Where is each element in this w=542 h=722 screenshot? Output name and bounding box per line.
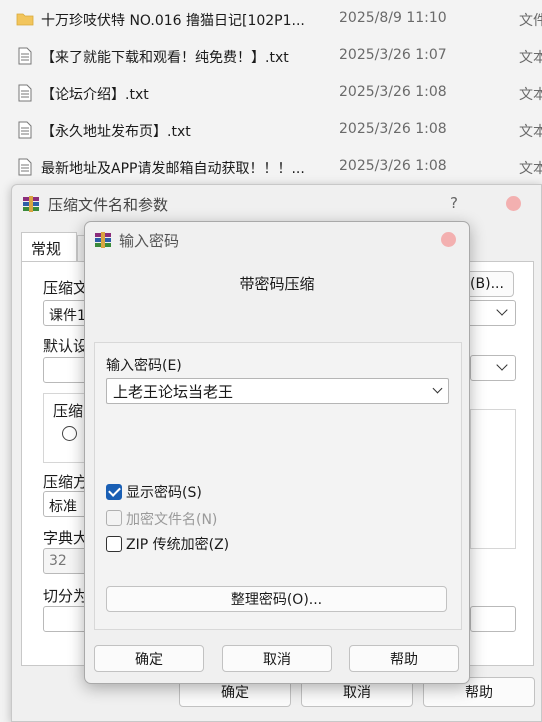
cancel-button[interactable]: 取消 — [222, 645, 332, 672]
password-panel: 输入密码(E) 上老王论坛当老王 显示密码(S) 加密文件名(N) ZIP 传统… — [94, 342, 462, 630]
dict-size-label: 字典大 — [43, 529, 89, 547]
chevron-down-icon[interactable] — [432, 383, 443, 394]
zip-legacy-label[interactable]: ZIP 传统加密(Z) — [126, 534, 229, 554]
dict-size-value: 32 — [49, 553, 67, 569]
file-name: 【论坛介绍】.txt — [41, 87, 149, 103]
encrypt-names-checkbox[interactable] — [106, 510, 122, 526]
file-row-txt[interactable]: 最新地址及APP请发邮箱自动获取！！！... 2025/3/26 1:08 文本 — [0, 150, 542, 184]
encrypt-names-label[interactable]: 加密文件名(N) — [126, 509, 217, 529]
file-row-txt[interactable]: 【来了就能下载和观看！纯免费！】.txt 2025/3/26 1:07 文本 — [0, 39, 542, 73]
default-profile-label: 默认设 — [43, 337, 89, 355]
text-file-icon — [18, 84, 32, 102]
zip-legacy-checkbox[interactable] — [106, 536, 122, 552]
update-mode-select[interactable] — [470, 355, 516, 381]
dialog-title: 压缩文件名和参数 — [48, 196, 169, 214]
folder-icon — [16, 13, 34, 26]
text-file-icon — [18, 47, 32, 65]
text-file-icon — [18, 121, 32, 139]
password-set-field[interactable] — [470, 606, 516, 632]
file-date: 2025/8/9 11:10 — [339, 10, 447, 26]
format-radio[interactable] — [62, 426, 77, 441]
file-row-folder[interactable]: 十万珍吱伏特 NO.016 撸猫日记[102P1... 2025/8/9 11:… — [0, 2, 542, 36]
tab-general[interactable]: 常规 — [21, 232, 77, 262]
file-row-txt[interactable]: 【论坛介绍】.txt 2025/3/26 1:08 文本 — [0, 76, 542, 110]
file-type: 文本 — [519, 87, 542, 103]
show-password-label[interactable]: 显示密码(S) — [126, 482, 202, 502]
format-group-label: 压缩 — [53, 402, 84, 420]
ok-button[interactable]: 确定 — [94, 645, 204, 672]
split-label: 切分为 — [43, 587, 89, 605]
password-input[interactable]: 上老王论坛当老王 — [106, 378, 449, 404]
password-value: 上老王论坛当老王 — [113, 383, 234, 401]
show-password-checkbox[interactable] — [106, 484, 122, 500]
options-group — [470, 409, 516, 549]
password-label: 输入密码(E) — [106, 358, 182, 374]
archive-name-value: 课件1 — [49, 308, 86, 324]
file-name: 十万珍吱伏特 NO.016 撸猫日记[102P1... — [41, 13, 305, 29]
file-name: 最新地址及APP请发邮箱自动获取！！！... — [41, 161, 305, 177]
file-name: 【永久地址发布页】.txt — [41, 124, 191, 140]
close-icon[interactable] — [441, 232, 456, 247]
dialog-subtitle: 带密码压缩 — [239, 275, 315, 293]
archive-name-label: 压缩文 — [43, 279, 89, 297]
password-dialog: 输入密码 带密码压缩 输入密码(E) 上老王论坛当老王 显示密码(S) 加密文件… — [84, 221, 470, 684]
dialog-title: 输入密码 — [119, 232, 180, 250]
file-row-txt[interactable]: 【永久地址发布页】.txt 2025/3/26 1:08 文本 — [0, 113, 542, 147]
file-date: 2025/3/26 1:08 — [339, 121, 447, 137]
method-value: 标准 — [49, 499, 77, 515]
file-date: 2025/3/26 1:07 — [339, 47, 447, 63]
file-date: 2025/3/26 1:08 — [339, 158, 447, 174]
help-icon[interactable]: ? — [450, 194, 458, 212]
file-date: 2025/3/26 1:08 — [339, 84, 447, 100]
winrar-icon — [23, 196, 39, 212]
close-icon[interactable] — [506, 196, 521, 211]
winrar-icon — [95, 232, 111, 248]
text-file-icon — [18, 158, 32, 176]
organize-passwords-button[interactable]: 整理密码(O)... — [106, 586, 447, 612]
file-type: 文本 — [519, 124, 542, 140]
file-type: 文本 — [519, 161, 542, 177]
file-name: 【来了就能下载和观看！纯免费！】.txt — [41, 50, 289, 66]
file-type: 文件 — [519, 13, 542, 29]
method-label: 压缩方 — [43, 473, 89, 491]
help-button[interactable]: 帮助 — [349, 645, 459, 672]
file-type: 文本 — [519, 50, 542, 66]
